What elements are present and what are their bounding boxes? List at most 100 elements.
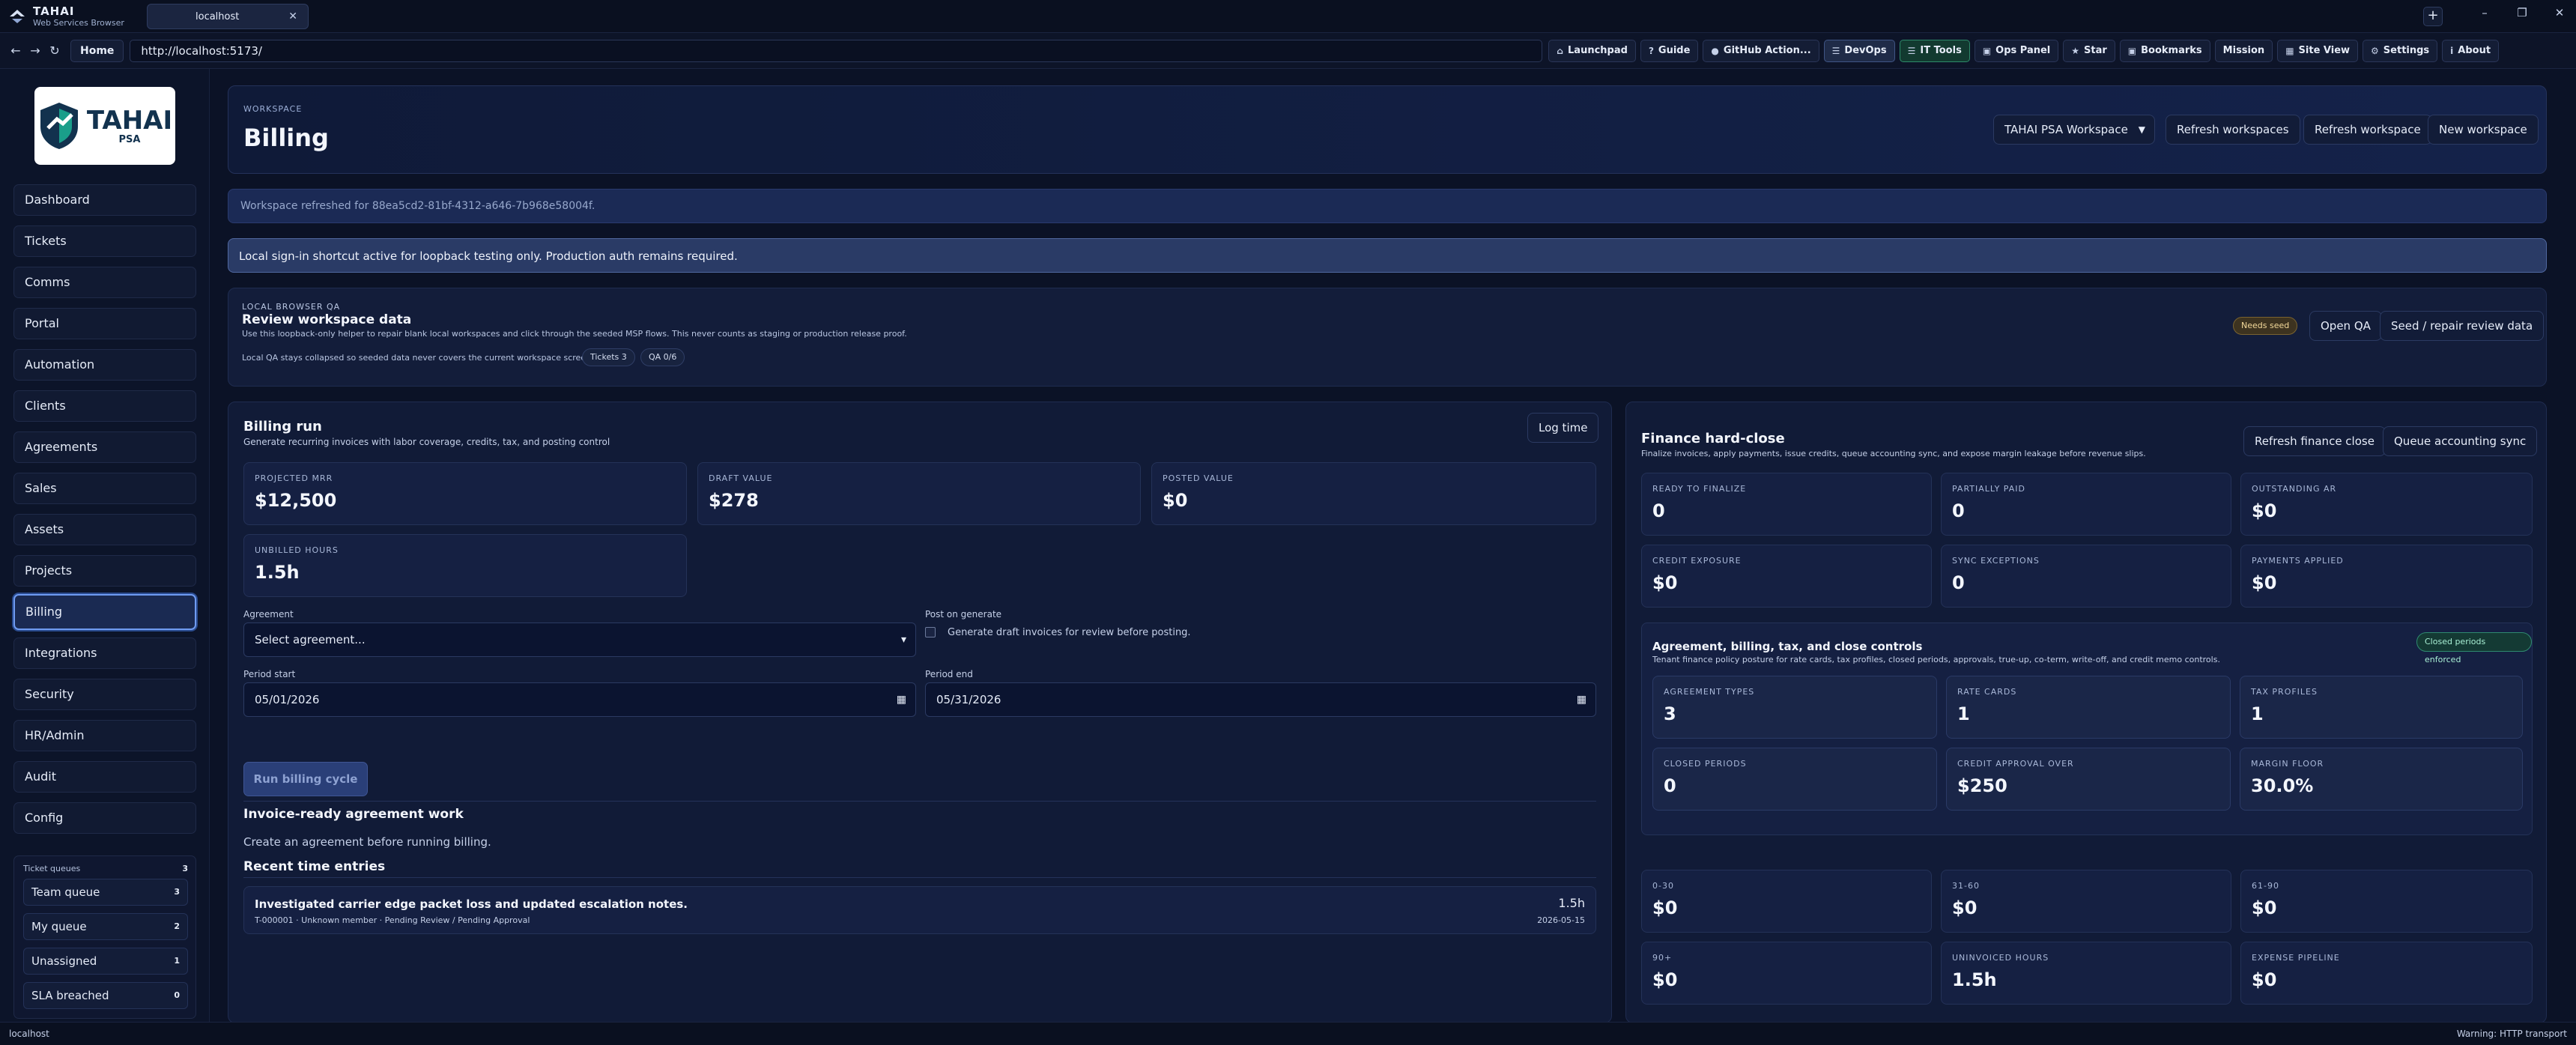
site-view-button[interactable]: ▦ Site View [2277,39,2359,62]
sidebar-item-dashboard[interactable]: Dashboard [13,184,196,216]
local-qa-panel: LOCAL BROWSER QA Review workspace data U… [228,288,2547,387]
qa-description: Use this loopback-only helper to repair … [242,329,907,339]
period-end-label: Period end [925,669,973,679]
page-title: Billing [243,124,329,152]
calendar-icon[interactable]: ▦ [897,683,906,716]
window-controls: – ❐ ✕ [2476,6,2569,19]
refresh-workspaces-button[interactable]: Refresh workspaces [2166,115,2300,145]
stat-margin-floor: MARGIN FLOOR 30.0% [2240,748,2523,811]
app-logo-text: TAHAI [86,105,173,136]
about-button[interactable]: i About [2442,39,2500,62]
workspace-refreshed-notice: Workspace refreshed for 88ea5cd2-81bf-43… [228,189,2547,223]
billing-run-subtitle: Generate recurring invoices with labor c… [243,437,610,447]
sidebar-item-agreements[interactable]: Agreements [13,431,196,463]
stat-aging-90-plus: 90+ $0 [1641,942,1932,1005]
stat-payments-applied: PAYMENTS APPLIED $0 [2240,545,2533,608]
sidebar-item-hr-admin[interactable]: HR/Admin [13,720,196,751]
new-tab-button[interactable]: + [2423,7,2443,26]
sidebar-item-clients[interactable]: Clients [13,390,196,422]
workspace-select[interactable]: TAHAI PSA Workspace ▼ [1993,115,2155,145]
star-button[interactable]: ★ Star [2063,39,2115,62]
refresh-workspace-button[interactable]: Refresh workspace [2303,115,2432,145]
agreement-label: Agreement [243,609,294,620]
queue-accounting-sync-button[interactable]: Queue accounting sync [2383,426,2538,456]
refresh-finance-close-button[interactable]: Refresh finance close [2243,426,2386,456]
page-eyebrow: WORKSPACE [243,104,303,114]
app-logo[interactable]: TAHAI PSA [34,87,175,165]
stat-expense-pipeline: EXPENSE PIPELINE $0 [2240,942,2533,1005]
period-start-input[interactable]: 05/01/2026 ▦ [243,682,916,717]
sidebar-item-sales[interactable]: Sales [13,473,196,504]
github-actions-button[interactable]: ● GitHub Action... [1703,39,1819,62]
queue-mine[interactable]: My queue 2 [23,913,188,940]
post-on-generate-checkbox[interactable] [925,627,936,637]
sidebar-item-projects[interactable]: Projects [13,555,196,587]
agreement-select[interactable]: Select agreement... ▾ [243,623,916,657]
browser-titlebar: TAHAI Web Services Browser localhost ✕ +… [0,0,2576,33]
sidebar-item-assets[interactable]: Assets [13,514,196,545]
maximize-icon[interactable]: ❐ [2513,6,2531,19]
sidebar-item-config[interactable]: Config [13,802,196,834]
it-tools-button[interactable]: ☰ IT Tools [1899,39,1970,62]
page-header: WORKSPACE Billing TAHAI PSA Workspace ▼ R… [228,85,2547,174]
qa-collapsed-note: Local QA stays collapsed so seeded data … [242,353,594,363]
settings-button[interactable]: ⚙ Settings [2363,39,2438,62]
queue-sla-breached[interactable]: SLA breached 0 [23,982,188,1009]
stat-aging-61-90: 61-90 $0 [2240,870,2533,933]
sidebar-item-automation[interactable]: Automation [13,349,196,381]
closed-periods-badge: Closed periods enforced [2416,632,2532,664]
status-warning: Warning: HTTP transport [2456,1029,2567,1039]
star-icon: ★ [2071,45,2080,56]
open-qa-button[interactable]: Open QA [2309,311,2382,341]
stat-rate-cards: RATE CARDS 1 [1946,676,2231,739]
devops-button[interactable]: ☰ DevOps [1823,39,1895,62]
tab-close-icon[interactable]: ✕ [288,10,297,22]
menu-icon: ☰ [1907,45,1916,56]
time-entry-row[interactable]: Investigated carrier edge packet loss an… [243,886,1596,934]
finance-title: Finance hard-close [1641,431,1785,446]
sidebar-item-comms[interactable]: Comms [13,267,196,298]
queue-team[interactable]: Team queue 3 [23,879,188,906]
seed-repair-button[interactable]: Seed / repair review data [2380,311,2545,341]
browser-tab[interactable]: localhost ✕ [147,4,309,29]
url-bar[interactable]: http://localhost:5173/ [130,39,1543,62]
bookmarks-button[interactable]: ▣ Bookmarks [2119,39,2210,62]
home-button[interactable]: Home [70,39,124,62]
recent-time-entries-title: Recent time entries [243,859,386,874]
period-end-input[interactable]: 05/31/2026 ▦ [925,682,1596,717]
queue-count: 2 [174,921,180,931]
sidebar-item-billing[interactable]: Billing [13,594,196,630]
finance-controls-panel: Agreement, billing, tax, and close contr… [1641,623,2533,835]
stat-draft-value: DRAFT VALUE $278 [697,462,1141,525]
controls-title: Agreement, billing, tax, and close contr… [1652,640,1923,653]
queue-unassigned[interactable]: Unassigned 1 [23,948,188,975]
period-start-label: Period start [243,669,296,679]
sidebar-item-tickets[interactable]: Tickets [13,225,196,257]
guide-button[interactable]: ? Guide [1640,39,1699,62]
bookmark-icon: ▣ [2127,45,2137,56]
back-icon[interactable]: ← [6,43,25,58]
mission-button[interactable]: Mission [2214,39,2273,62]
github-icon: ● [1711,45,1719,56]
run-billing-cycle-button[interactable]: Run billing cycle [243,762,368,796]
sidebar-item-security[interactable]: Security [13,679,196,710]
log-time-button[interactable]: Log time [1527,413,1599,443]
browser-brand: TAHAI Web Services Browser [7,5,146,27]
forward-icon[interactable]: → [25,43,45,58]
sidebar-item-audit[interactable]: Audit [13,761,196,793]
close-window-icon[interactable]: ✕ [2551,6,2569,19]
launchpad-button[interactable]: ⌂ Launchpad [1548,39,1636,62]
new-workspace-button[interactable]: New workspace [2428,115,2539,145]
reload-icon[interactable]: ↻ [45,43,64,58]
stat-agreement-types: AGREEMENT TYPES 3 [1652,676,1937,739]
app-logo-sub: PSA [118,133,141,145]
signin-notice: Local sign-in shortcut active for loopba… [228,238,2547,273]
sidebar-item-integrations[interactable]: Integrations [13,637,196,669]
sidebar-item-portal[interactable]: Portal [13,308,196,339]
ticket-queues-count: 3 [182,864,188,873]
post-on-generate-label: Post on generate [925,609,1002,620]
minimize-icon[interactable]: – [2476,6,2494,19]
calendar-icon[interactable]: ▦ [1577,683,1586,716]
status-left: localhost [9,1029,49,1039]
ops-panel-button[interactable]: ▣ Ops Panel [1974,39,2059,62]
